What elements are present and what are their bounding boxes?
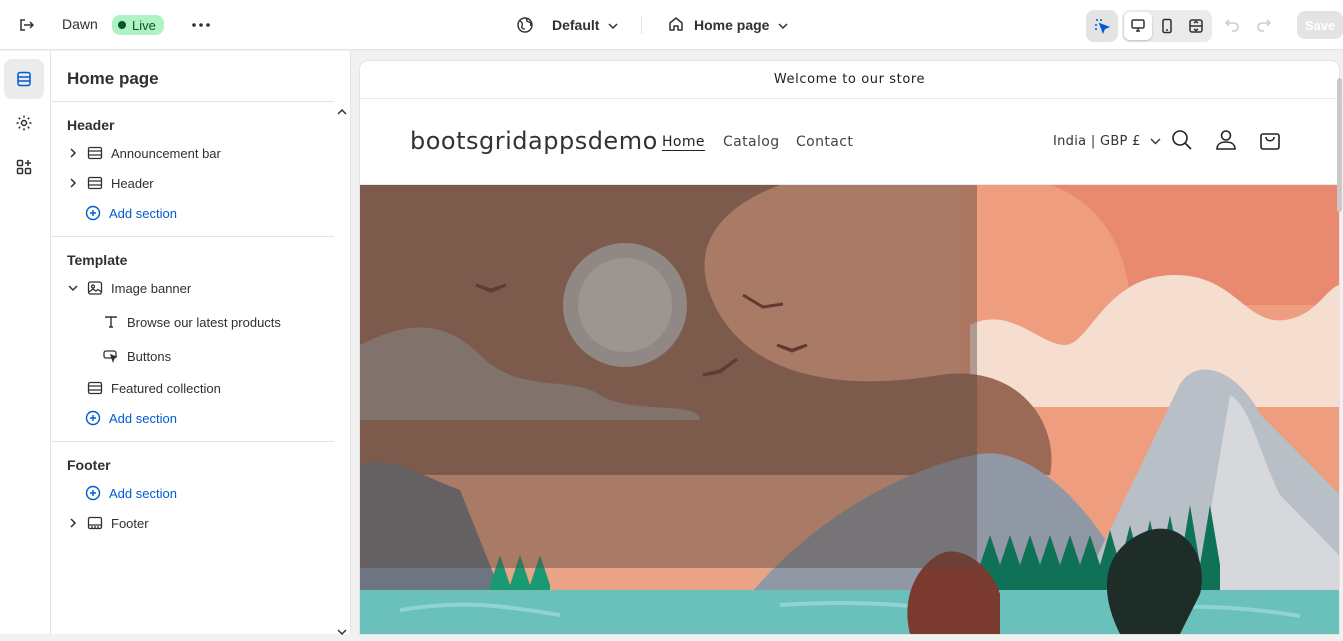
add-section-label: Add section	[109, 485, 177, 501]
chevron-right-icon[interactable]	[67, 178, 79, 188]
plus-circle-icon	[85, 485, 101, 501]
scroll-down-icon[interactable]	[336, 623, 348, 641]
scroll-up-icon[interactable]	[336, 103, 348, 121]
nav-link-home[interactable]: Home	[662, 134, 705, 150]
section-label: Featured collection	[111, 380, 221, 396]
country-label: India | GBP £	[1053, 134, 1141, 149]
divider	[51, 441, 334, 442]
preset-selector[interactable]: Default	[552, 17, 619, 33]
plus-circle-icon	[85, 205, 101, 221]
group-title-template: Template	[67, 252, 128, 268]
image-icon	[87, 280, 103, 296]
theme-settings-gear-icon[interactable]	[4, 103, 44, 143]
storefront-preview[interactable]: Welcome to our store bootsgridappsdemo H…	[360, 61, 1339, 634]
chevron-down-icon	[607, 17, 619, 33]
page-selector[interactable]: Home page	[694, 17, 789, 33]
text-icon	[103, 314, 119, 330]
nav-link-catalog[interactable]: Catalog	[723, 134, 780, 150]
group-title-footer: Footer	[67, 457, 111, 473]
inspector-toggle-icon[interactable]	[1086, 10, 1118, 42]
section-label: Footer	[111, 515, 149, 531]
group-title-header: Header	[67, 117, 115, 133]
apps-icon[interactable]	[4, 147, 44, 187]
status-badge-label: Live	[132, 17, 156, 33]
footer-section-icon	[87, 515, 103, 531]
add-section-button-template[interactable]: Add section	[85, 405, 177, 431]
theme-name: Dawn	[62, 16, 98, 32]
divider	[51, 236, 334, 237]
image-banner[interactable]	[360, 185, 1339, 634]
divider	[51, 101, 334, 102]
undo-icon[interactable]	[1224, 16, 1240, 32]
desktop-view-icon[interactable]	[1124, 12, 1152, 40]
section-image-banner[interactable]: Image banner	[67, 275, 191, 301]
cart-icon[interactable]	[1258, 128, 1284, 154]
block-buttons[interactable]: Buttons	[103, 343, 171, 369]
editor-topbar: Dawn Live Default Home page Save	[0, 0, 1343, 50]
section-featured-collection[interactable]: Featured collection	[87, 375, 221, 401]
add-section-button-header[interactable]: Add section	[85, 200, 177, 226]
fullscreen-view-icon[interactable]	[1182, 12, 1210, 40]
viewport-switcher	[1122, 10, 1212, 42]
chevron-right-icon[interactable]	[67, 518, 79, 528]
preset-label: Default	[552, 17, 600, 33]
section-icon	[87, 145, 103, 161]
announcement-bar[interactable]: Welcome to our store	[360, 61, 1339, 99]
page-selector-label: Home page	[694, 17, 770, 33]
plus-circle-icon	[85, 410, 101, 426]
banner-illustration	[360, 185, 1339, 634]
sections-panel: Home page Header Announcement bar Header…	[51, 51, 351, 636]
country-selector[interactable]: India | GBP £	[1053, 134, 1161, 149]
exit-icon[interactable]	[14, 13, 38, 37]
panel-title: Home page	[67, 69, 159, 88]
editor-nav-rail	[0, 51, 51, 634]
chevron-down-icon[interactable]	[67, 284, 79, 292]
section-label: Announcement bar	[111, 145, 221, 161]
globe-icon[interactable]	[516, 16, 534, 34]
preview-scrollbar[interactable]	[1337, 78, 1342, 212]
search-icon[interactable]	[1170, 128, 1196, 154]
account-icon[interactable]	[1214, 128, 1240, 154]
add-section-label: Add section	[109, 205, 177, 221]
add-section-label: Add section	[109, 410, 177, 426]
section-icon	[87, 380, 103, 396]
block-label: Browse our latest products	[127, 314, 281, 330]
block-text[interactable]: Browse our latest products	[103, 309, 281, 335]
button-icon	[103, 348, 119, 364]
status-badge: Live	[112, 15, 164, 35]
sections-icon[interactable]	[4, 59, 44, 99]
store-header[interactable]: bootsgridappsdemo Home Catalog Contact I…	[360, 100, 1339, 185]
home-icon	[668, 16, 684, 32]
redo-icon[interactable]	[1256, 16, 1272, 32]
section-label: Header	[111, 175, 154, 191]
section-header[interactable]: Header	[67, 170, 154, 196]
live-dot	[118, 21, 126, 29]
chevron-down-icon	[777, 17, 789, 33]
add-section-button-footer[interactable]: Add section	[85, 480, 177, 506]
mobile-view-icon[interactable]	[1153, 12, 1181, 40]
block-label: Buttons	[127, 348, 172, 364]
section-announcement-bar[interactable]: Announcement bar	[67, 140, 221, 166]
section-icon	[87, 175, 103, 191]
topbar-divider	[641, 16, 642, 34]
chevron-right-icon[interactable]	[67, 148, 79, 158]
store-logo[interactable]: bootsgridappsdemo	[410, 127, 658, 155]
save-button[interactable]: Save	[1297, 11, 1343, 39]
chevron-down-icon	[1150, 134, 1161, 149]
section-footer[interactable]: Footer	[67, 510, 149, 536]
more-actions-icon[interactable]	[190, 14, 212, 36]
section-label: Image banner	[111, 280, 192, 296]
nav-link-contact[interactable]: Contact	[796, 134, 853, 150]
